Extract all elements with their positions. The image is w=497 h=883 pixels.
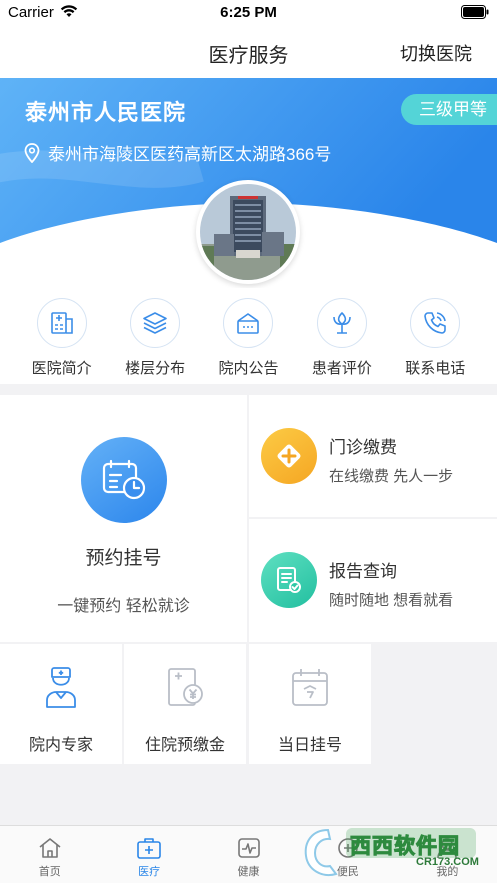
nav-bar: 医疗服务 切换医院 xyxy=(0,26,497,78)
experts-label: 院内专家 xyxy=(28,737,93,754)
hospital-name: 泰州市人民医院 xyxy=(25,100,187,125)
quick-link-hospital-info[interactable]: 医院简介 xyxy=(16,288,108,384)
layers-icon xyxy=(130,298,181,348)
review-icon xyxy=(316,298,367,348)
quick-link-label: 医院简介 xyxy=(31,360,92,377)
appointment-subtitle: 一键预约 轻松就诊 xyxy=(57,598,190,615)
doctor-icon xyxy=(39,664,83,712)
quick-link-label: 楼层分布 xyxy=(125,360,186,377)
plus-diamond-icon xyxy=(261,428,317,484)
hospital-info-icon xyxy=(36,298,87,348)
quick-link-label: 患者评价 xyxy=(311,360,372,377)
today-calendar-icon xyxy=(288,664,332,712)
tab-health[interactable]: 健康 xyxy=(199,826,298,883)
tab-medical[interactable]: 医疗 xyxy=(99,826,198,883)
home-icon xyxy=(37,835,63,861)
clock: 6:25 PM xyxy=(220,4,277,21)
payment-card[interactable]: 门诊缴费 在线缴费 先人一步 xyxy=(249,395,497,517)
appointment-title: 预约挂号 xyxy=(85,548,162,569)
report-title: 报告查询 xyxy=(329,562,397,581)
report-subtitle: 随时随地 想看就看 xyxy=(329,592,454,609)
heartbeat-icon xyxy=(236,835,262,861)
switch-hospital-button[interactable]: 切换医院 xyxy=(400,40,472,66)
same-day-label: 当日挂号 xyxy=(277,737,342,754)
notice-icon xyxy=(223,298,274,348)
payment-subtitle: 在线缴费 先人一步 xyxy=(329,468,454,485)
hospital-photo xyxy=(196,180,300,284)
grade-badge: 三级甲等 xyxy=(401,94,497,125)
watermark: 西西软件园 CR173.COM xyxy=(300,822,497,883)
payment-title: 门诊缴费 xyxy=(329,438,397,457)
hospital-address: 泰州市海陵区医药高新区太湖路366号 xyxy=(48,145,332,164)
tab-label: 健康 xyxy=(237,866,260,878)
medical-kit-icon xyxy=(136,835,162,861)
deposit-label: 住院预缴金 xyxy=(144,737,225,754)
quick-links: 医院简介 楼层分布 院内公告 患者评价 联系电话 xyxy=(0,288,497,384)
deposit-card[interactable]: 住院预缴金 xyxy=(124,644,246,764)
quick-link-reviews[interactable]: 患者评价 xyxy=(296,288,388,384)
watermark-url: CR173.COM xyxy=(416,856,479,868)
report-card[interactable]: 报告查询 随时随地 想看就看 xyxy=(249,519,497,642)
deposit-icon xyxy=(163,664,207,712)
tab-label: 首页 xyxy=(38,866,61,878)
tab-label: 医疗 xyxy=(138,866,161,878)
phone-icon xyxy=(410,298,461,348)
quick-link-label: 院内公告 xyxy=(218,360,279,377)
same-day-card[interactable]: 当日挂号 xyxy=(249,644,371,764)
battery-icon xyxy=(461,5,489,19)
status-bar: Carrier 6:25 PM xyxy=(0,0,497,26)
report-icon xyxy=(261,552,317,608)
calendar-clock-icon xyxy=(80,437,167,523)
address-row: 泰州市海陵区医药高新区太湖路366号 xyxy=(24,140,331,165)
quick-link-notices[interactable]: 院内公告 xyxy=(202,288,294,384)
appointment-card[interactable]: 预约挂号 一键预约 轻松就诊 xyxy=(0,395,247,642)
quick-link-floors[interactable]: 楼层分布 xyxy=(109,288,201,384)
hospital-header: 泰州市人民医院 三级甲等 泰州市海陵区医药高新区太湖路366号 xyxy=(0,78,497,288)
service-grid: 预约挂号 一键预约 轻松就诊 门诊缴费 在线缴费 先人一步 报告查询 随时随地 … xyxy=(0,395,497,765)
quick-link-phone[interactable]: 联系电话 xyxy=(389,288,481,384)
tab-home[interactable]: 首页 xyxy=(0,826,99,883)
location-pin-icon xyxy=(24,142,40,163)
quick-link-label: 联系电话 xyxy=(405,360,466,377)
hospital-building-image xyxy=(200,184,296,280)
experts-card[interactable]: 院内专家 xyxy=(0,644,122,764)
